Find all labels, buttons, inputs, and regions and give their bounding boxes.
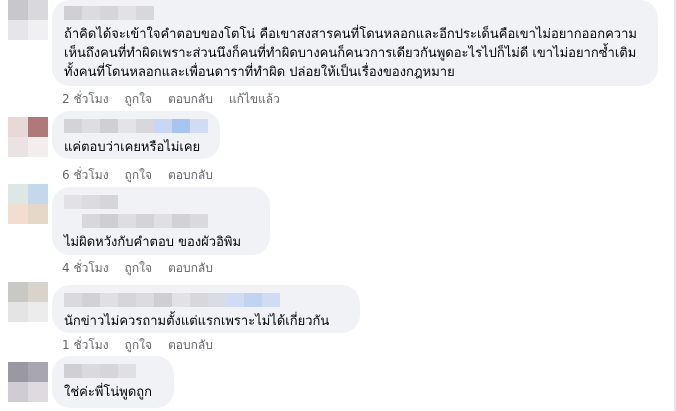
comment-bubble: ไม่ผิดหวังกับคำตอบ ของผัวอิพิม [52, 187, 270, 255]
commenter-name-redacted[interactable] [82, 214, 258, 228]
reply-link[interactable]: ตอบกลับ [168, 167, 213, 183]
comment-timestamp: 1 ชั่วโมง [62, 338, 109, 352]
comment-item: แค่ตอบว่าเคยหรือไม่เคย 6 ชั่วโมง ถูกใจ ต… [0, 111, 676, 186]
comment-item: นักข่าวไม่ควรถามตั้งแต่แรกเพราะไม่ได้เกี… [0, 282, 676, 355]
comment-timestamp: 4 ชั่วโมง [62, 261, 109, 275]
reply-link[interactable]: ตอบกลับ [168, 260, 213, 276]
avatar[interactable] [8, 117, 48, 157]
comment-item: ไม่ผิดหวังกับคำตอบ ของผัวอิพิม 4 ชั่วโมง… [0, 184, 676, 277]
like-link[interactable]: ถูกใจ [125, 260, 152, 276]
comment-actions: 4 ชั่วโมง ถูกใจ ตอบกลับ [62, 260, 213, 276]
like-link[interactable]: ถูกใจ [125, 91, 152, 107]
commenter-name-redacted[interactable] [64, 195, 258, 209]
reply-link[interactable]: ตอบกลับ [168, 91, 213, 107]
comment-actions: 2 ชั่วโมง ถูกใจ ตอบกลับ แก้ไขแล้ว [62, 91, 280, 107]
comment-bubble: แค่ตอบว่าเคยหรือไม่เคย [52, 111, 220, 159]
comment-bubble: ใช่ค่ะพี่โน่พูดถูก [52, 356, 174, 408]
comment-text: ถ้าคิดได้จะเข้าใจคำตอบของโตโน่ คือเขาสงส… [64, 27, 637, 80]
comment-text: แค่ตอบว่าเคยหรือไม่เคย [64, 140, 201, 155]
comment-item: ใช่ค่ะพี่โน่พูดถูก [0, 356, 676, 411]
comment-item: ถ้าคิดได้จะเข้าใจคำตอบของโตโน่ คือเขาสงส… [0, 0, 676, 107]
like-link[interactable]: ถูกใจ [125, 167, 152, 183]
comment-bubble: นักข่าวไม่ควรถามตั้งแต่แรกเพราะไม่ได้เกี… [52, 285, 360, 333]
avatar[interactable] [8, 362, 48, 402]
comment-actions: 1 ชั่วโมง ถูกใจ ตอบกลับ [62, 337, 213, 353]
avatar[interactable] [8, 282, 48, 322]
comment-actions: 6 ชั่วโมง ถูกใจ ตอบกลับ [62, 167, 213, 183]
comment-timestamp: 6 ชั่วโมง [62, 168, 109, 182]
avatar[interactable] [8, 0, 48, 40]
avatar[interactable] [8, 184, 48, 224]
edited-label[interactable]: แก้ไขแล้ว [229, 91, 280, 107]
comment-text: ไม่ผิดหวังกับคำตอบ ของผัวอิพิม [64, 235, 242, 250]
commenter-name-redacted[interactable] [64, 364, 162, 378]
comment-bubble: ถ้าคิดได้จะเข้าใจคำตอบของโตโน่ คือเขาสงส… [52, 0, 658, 86]
commenter-name-redacted[interactable] [64, 119, 208, 133]
commenter-name-redacted[interactable] [64, 293, 348, 307]
reply-link[interactable]: ตอบกลับ [168, 337, 213, 353]
comment-text: นักข่าวไม่ควรถามตั้งแต่แรกเพราะไม่ได้เกี… [64, 314, 330, 329]
like-link[interactable]: ถูกใจ [125, 337, 152, 353]
comment-timestamp: 2 ชั่วโมง [62, 92, 109, 106]
comment-thread: ถ้าคิดได้จะเข้าใจคำตอบของโตโน่ คือเขาสงส… [0, 0, 676, 411]
commenter-name-redacted[interactable] [64, 6, 646, 20]
comment-text: ใช่ค่ะพี่โน่พูดถูก [64, 385, 153, 400]
